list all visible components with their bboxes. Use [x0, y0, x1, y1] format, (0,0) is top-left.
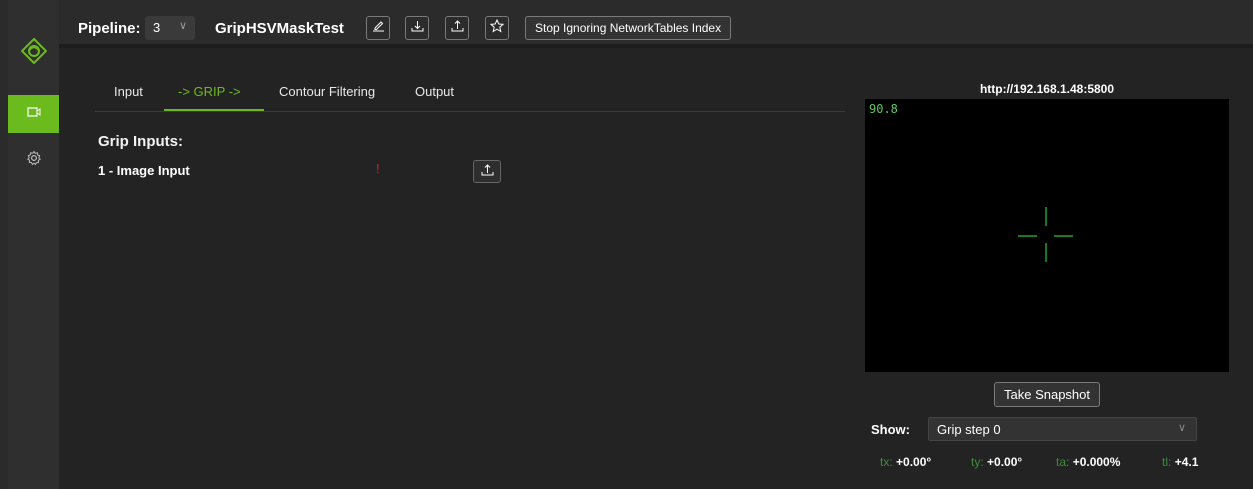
tx-label: tx: — [880, 455, 893, 469]
limelight-logo-icon — [20, 37, 48, 65]
stream-view-value: Grip step 0 — [937, 422, 1001, 437]
grip-input-label: 1 - Image Input — [98, 163, 190, 178]
ta-readout: ta: +0.000% — [1056, 455, 1120, 469]
ta-value: +0.000% — [1072, 455, 1121, 469]
pipeline-name: GripHSVMaskTest — [215, 20, 344, 37]
window-edge — [0, 0, 8, 489]
stop-ignoring-nt-index-button[interactable]: Stop Ignoring NetworkTables Index — [525, 16, 732, 40]
sidebar-item-camera[interactable] — [8, 95, 59, 133]
tx-readout: tx: +0.00° — [880, 455, 931, 469]
stream-view-select[interactable]: Grip step 0 ∨ — [928, 417, 1197, 441]
show-label: Show: — [871, 422, 910, 437]
take-snapshot-button[interactable]: Take Snapshot — [994, 382, 1101, 407]
pipeline-tabs: Input -> GRIP -> Contour Filtering Outpu… — [95, 82, 845, 112]
tx-value: +0.00° — [896, 455, 932, 469]
tabs-divider — [95, 111, 845, 112]
upload-icon — [451, 19, 464, 37]
pipeline-label: Pipeline: — [78, 20, 141, 37]
crosshair — [1018, 207, 1073, 262]
warning-indicator: ! — [376, 161, 380, 176]
tab-grip[interactable]: -> GRIP -> — [178, 84, 241, 99]
tab-input[interactable]: Input — [114, 84, 143, 99]
stream-url[interactable]: http://192.168.1.48:5800 — [865, 82, 1229, 96]
sidebar-item-settings[interactable] — [8, 141, 59, 179]
pipeline-toolbar: Pipeline: 3 ∨ GripHSVMaskTest Stop Ignor… — [59, 0, 1253, 44]
chevron-down-icon: ∨ — [178, 20, 187, 32]
download-pipeline-button[interactable] — [405, 16, 429, 40]
star-icon — [489, 18, 505, 38]
tab-contour-filtering[interactable]: Contour Filtering — [279, 84, 375, 99]
settings-icon — [26, 150, 42, 171]
tab-output[interactable]: Output — [415, 84, 454, 99]
sidebar — [8, 0, 59, 489]
ty-readout: ty: +0.00° — [971, 455, 1022, 469]
tl-label: tl: — [1162, 455, 1172, 469]
camera-stream[interactable]: 90.8 — [865, 99, 1229, 372]
toolbar-divider — [59, 44, 1253, 48]
ty-value: +0.00° — [987, 455, 1023, 469]
edit-pipeline-name-button[interactable] — [366, 16, 390, 40]
ty-label: ty: — [971, 455, 984, 469]
image-input-upload-button[interactable] — [473, 160, 501, 183]
edit-icon — [372, 19, 385, 37]
tl-value: +4.1 — [1174, 455, 1199, 469]
chevron-down-icon: ∨ — [1177, 422, 1186, 434]
pipeline-index-value: 3 — [153, 20, 161, 35]
ta-label: ta: — [1056, 455, 1070, 469]
pipeline-index-select[interactable]: 3 ∨ — [145, 16, 195, 40]
upload-pipeline-button[interactable] — [445, 16, 469, 40]
camera-icon — [26, 105, 41, 123]
tl-readout: tl: +4.1 — [1162, 455, 1198, 469]
upload-icon — [481, 163, 494, 181]
set-default-pipeline-button[interactable] — [485, 16, 509, 40]
download-icon — [411, 19, 424, 37]
grip-inputs-heading: Grip Inputs: — [98, 133, 183, 150]
